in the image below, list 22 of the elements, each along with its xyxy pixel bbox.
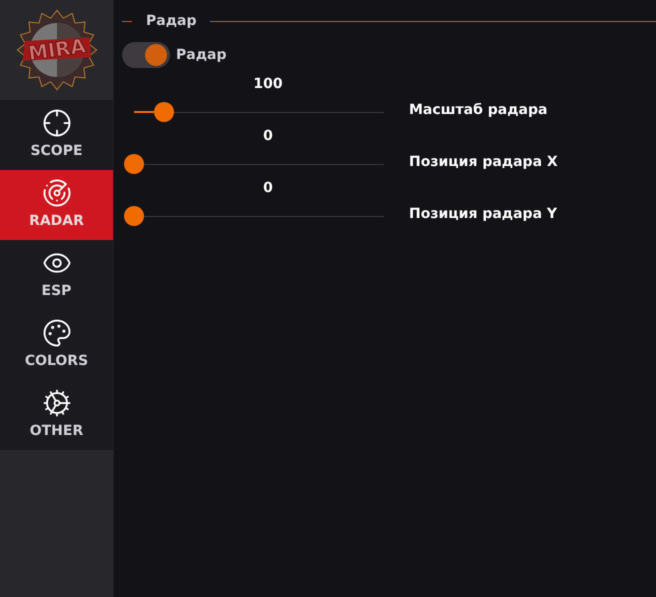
nav-tab[interactable]: RADAR (0, 170, 113, 240)
nav-tab[interactable]: ESP (0, 240, 113, 310)
nav-tab[interactable]: SCOPE (0, 100, 113, 170)
section-title: Радар (145, 12, 198, 31)
palette-icon (42, 318, 72, 348)
slider-thumb[interactable] (124, 154, 144, 174)
toggle-label: Радар (176, 46, 226, 64)
slider-track[interactable] (122, 205, 384, 227)
slider-thumb[interactable] (124, 206, 144, 226)
toggle-switch[interactable] (122, 42, 170, 68)
slider-label: Позиция радара Y (409, 205, 558, 224)
radar-icon (42, 178, 72, 208)
nav-tab[interactable]: COLORS (0, 310, 113, 380)
slider-label: Позиция радара X (409, 153, 558, 172)
slider-thumb[interactable] (154, 102, 174, 122)
slider-track[interactable] (122, 153, 384, 175)
slider-value: 0 (263, 179, 273, 198)
crosshair-icon (42, 108, 72, 138)
slider-value: 100 (253, 75, 283, 94)
slider-label: Масштаб радара (409, 101, 548, 120)
nav-tab[interactable]: OTHER (0, 380, 113, 450)
slider-value: 0 (263, 127, 273, 146)
